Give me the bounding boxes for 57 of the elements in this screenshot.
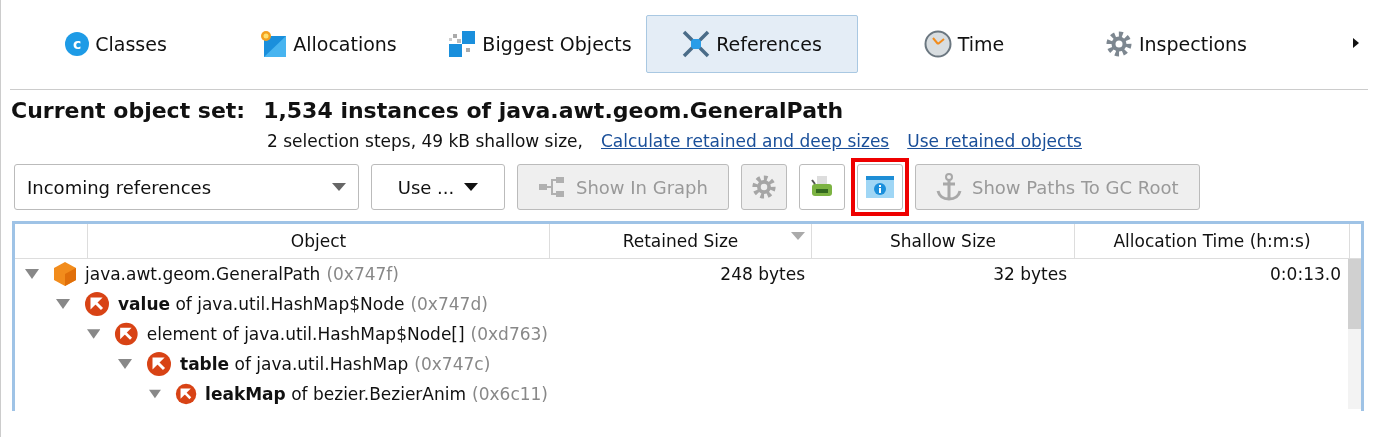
- expand-toggle-icon[interactable]: [149, 389, 161, 399]
- shallow-size: 32 bytes: [993, 264, 1067, 284]
- gear-icon: [1104, 29, 1133, 58]
- object-name: element of java.util.HashMap$Node[]: [146, 324, 465, 344]
- view-tab[interactable]: References: [646, 14, 858, 73]
- sort-descending-icon: [791, 232, 805, 240]
- expand-toggle-icon[interactable]: [25, 269, 39, 279]
- action-link[interactable]: Calculate retained and deep sizes: [601, 131, 890, 151]
- selection-details: 2 selection steps, 49 kB shallow size,: [267, 131, 583, 151]
- expand-toggle-icon[interactable]: [118, 359, 132, 369]
- cube-icon: [53, 261, 77, 287]
- settings-icon: [750, 174, 777, 200]
- info-window-icon: [864, 175, 895, 199]
- object-address: (0x747f): [326, 264, 399, 284]
- action-link[interactable]: Use retained objects: [907, 131, 1082, 151]
- anchor-icon: [935, 173, 962, 201]
- retained-size: 248 bytes: [720, 264, 805, 284]
- object-set-label: Current object set:: [11, 98, 246, 123]
- object-address: (0xd763): [470, 324, 548, 344]
- object-name: java.awt.geom.GeneralPath: [85, 264, 321, 284]
- scroll-right-icon[interactable]: [1352, 36, 1360, 49]
- blocks-icon: [448, 29, 477, 58]
- column-header[interactable]: Allocation Time (h:m:s): [1075, 224, 1350, 258]
- column-header[interactable]: Retained Size: [550, 224, 812, 258]
- allocation-time: 0:0:13.0: [1270, 264, 1341, 284]
- column-header[interactable]: Shallow Size: [812, 224, 1075, 258]
- allocation-icon: [259, 29, 288, 58]
- info-button[interactable]: [856, 164, 903, 210]
- view-tab[interactable]: Time: [858, 14, 1070, 73]
- typewriter-button[interactable]: [798, 164, 845, 210]
- use-menu-button[interactable]: Use ...: [371, 164, 505, 210]
- object-set-value: 1,534 instances of java.awt.geom.GeneralPath: [263, 98, 844, 123]
- view-tab[interactable]: Biggest Objects: [434, 14, 646, 73]
- object-address: (0x747d): [410, 294, 488, 314]
- arrow-up-left-icon: [174, 381, 198, 407]
- caret-icon: [332, 183, 346, 191]
- clock-icon: [923, 29, 952, 58]
- object-name: table of java.util.HashMap: [180, 354, 409, 374]
- expand-toggle-icon[interactable]: [56, 299, 70, 309]
- view-tab[interactable]: Allocations: [222, 14, 434, 73]
- arrow-up-left-icon: [146, 351, 172, 377]
- object-address: (0x747c): [414, 354, 491, 374]
- object-name: leakMap of bezier.BezierAnim: [205, 384, 467, 404]
- object-address: (0x6c11): [472, 384, 548, 404]
- arrow-up-left-icon: [84, 291, 110, 317]
- view-tab[interactable]: Inspections: [1070, 14, 1282, 73]
- caret-icon: [464, 183, 479, 191]
- arrows-inward-icon: [682, 29, 711, 58]
- object-name: value of java.util.HashMap$Node: [118, 294, 405, 314]
- class-icon: c: [65, 31, 90, 56]
- arrow-up-left-icon: [114, 321, 139, 347]
- graph-icon: [538, 176, 566, 198]
- scrollbar-thumb[interactable]: [1348, 259, 1361, 329]
- column-header[interactable]: Object: [88, 224, 550, 258]
- view-tab[interactable]: c Classes: [10, 14, 222, 73]
- expand-toggle-icon[interactable]: [87, 329, 101, 339]
- reference-type-dropdown[interactable]: Incoming references: [14, 164, 359, 210]
